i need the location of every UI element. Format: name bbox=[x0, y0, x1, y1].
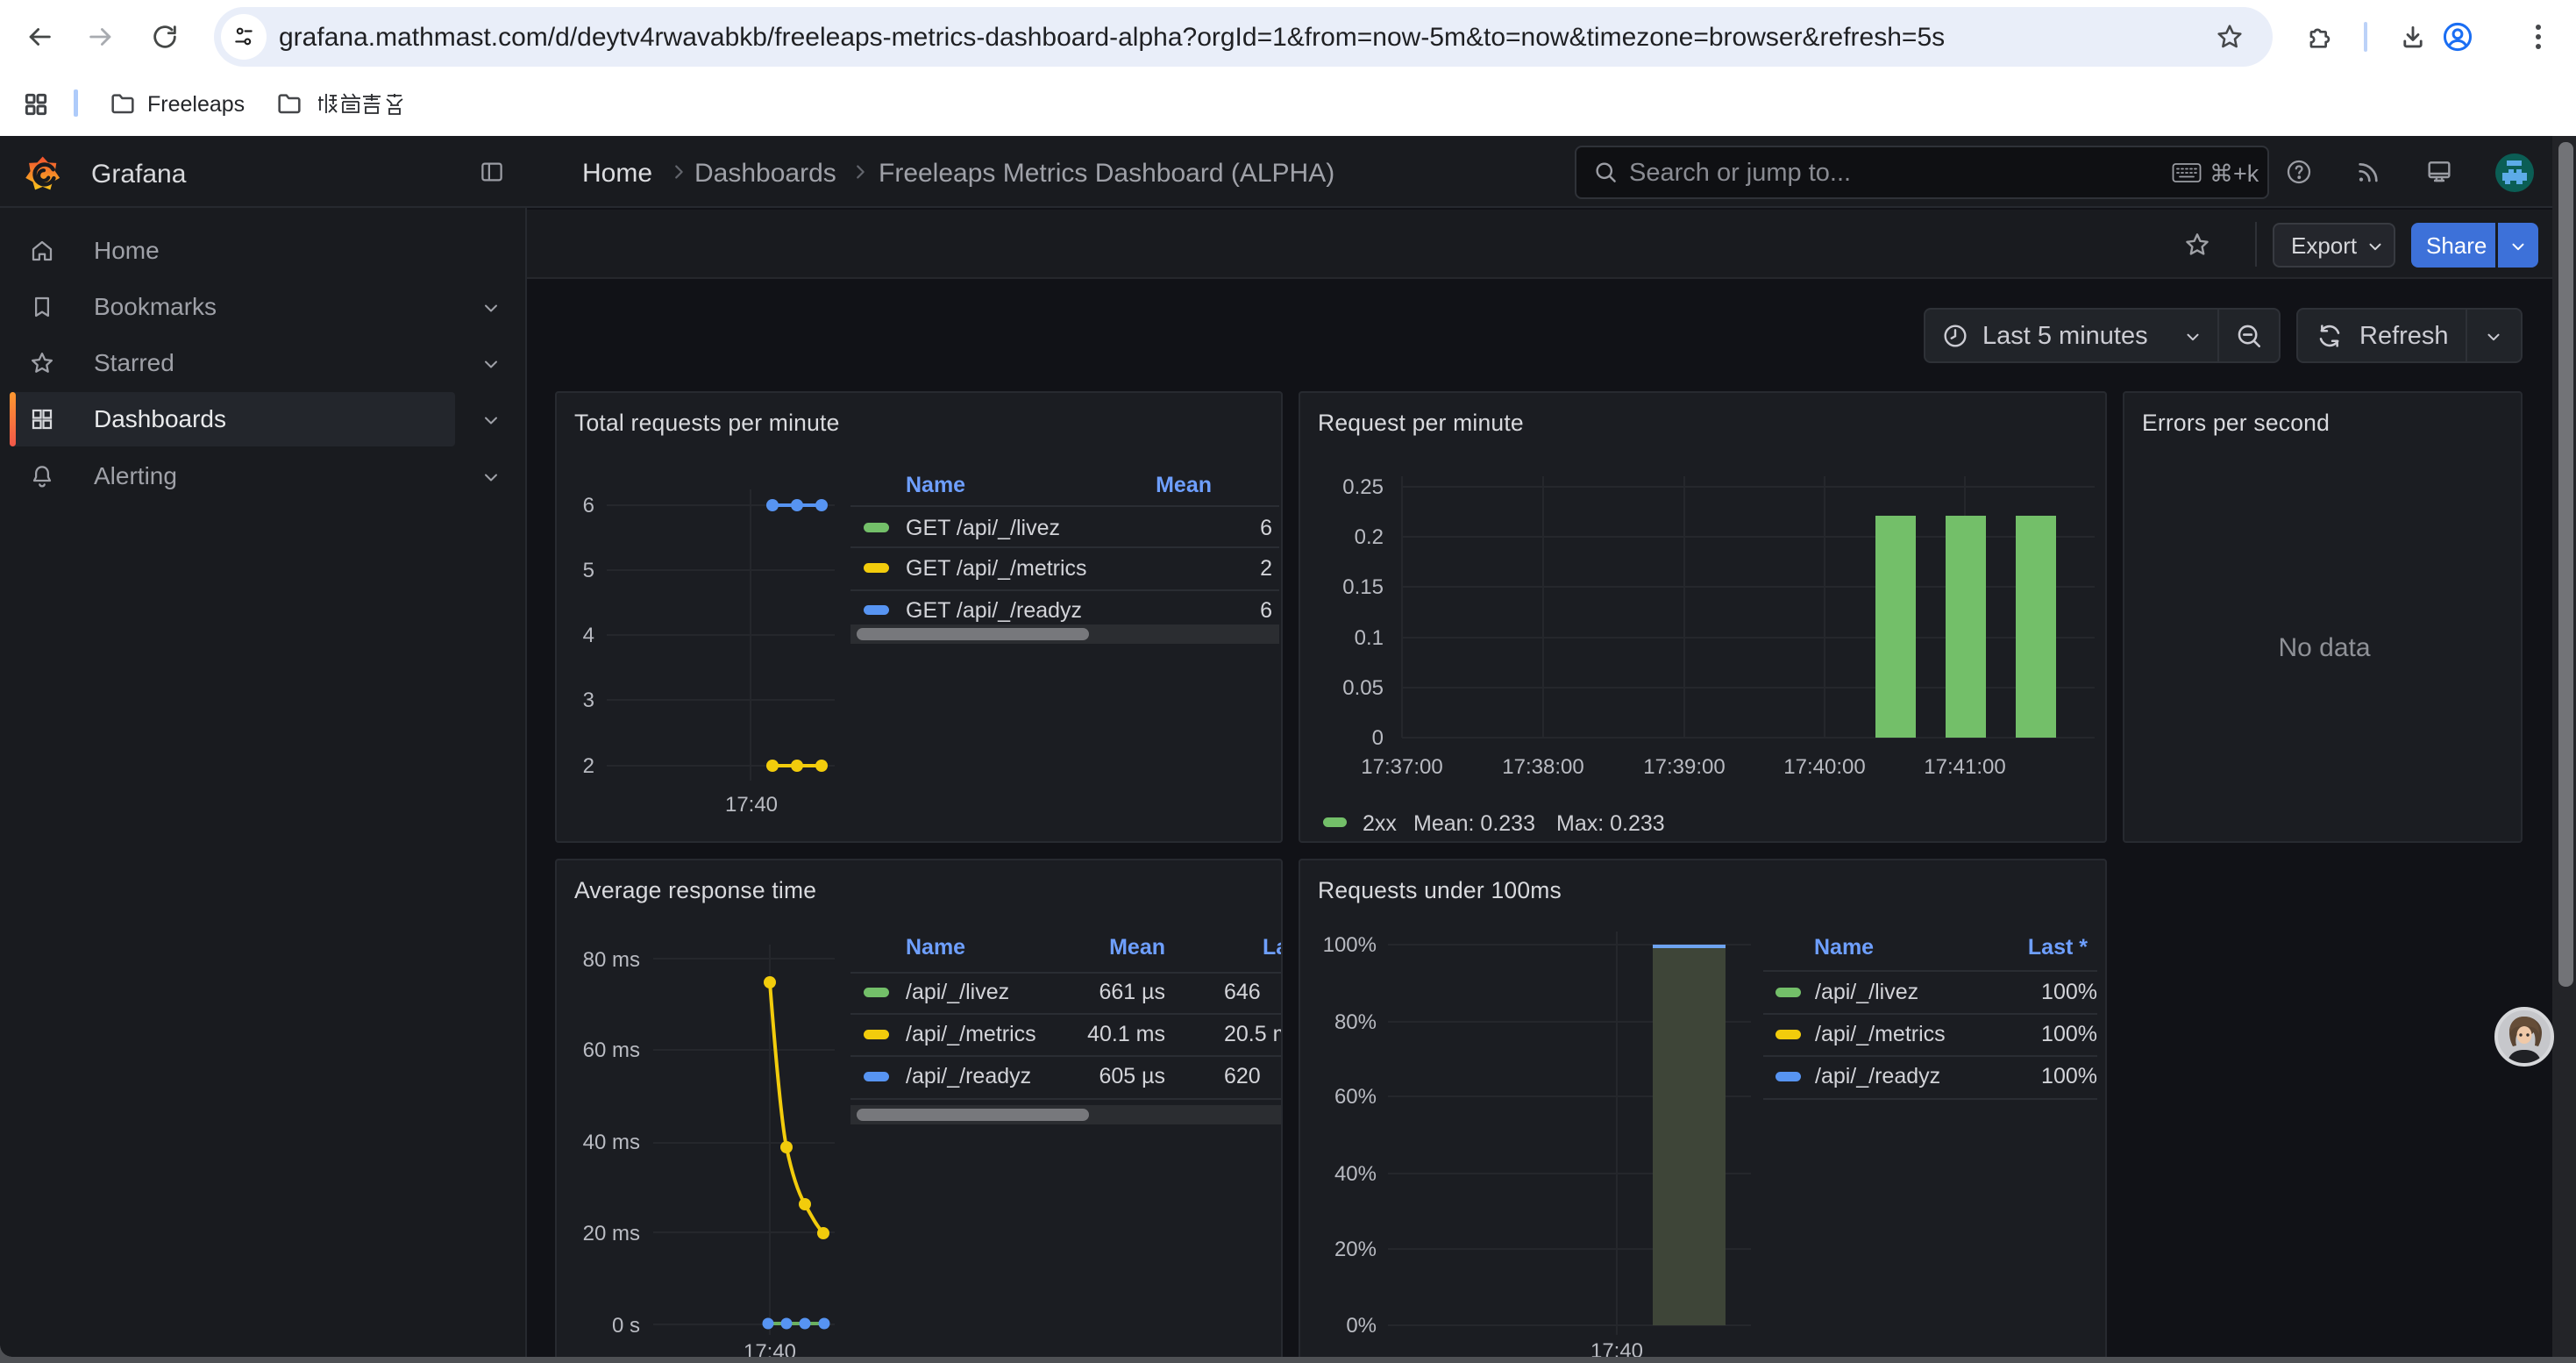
svg-text:20%: 20% bbox=[1334, 1238, 1377, 1261]
svg-text:0%: 0% bbox=[1346, 1314, 1377, 1338]
svg-text:17:38:00: 17:38:00 bbox=[1502, 755, 1583, 779]
svg-text:40 ms: 40 ms bbox=[583, 1131, 640, 1154]
svg-text:17:39:00: 17:39:00 bbox=[1643, 755, 1725, 779]
svg-text:0 s: 0 s bbox=[612, 1314, 640, 1338]
svg-text:0.15: 0.15 bbox=[1342, 575, 1384, 599]
svg-text:0.05: 0.05 bbox=[1342, 676, 1384, 700]
svg-text:4: 4 bbox=[583, 624, 594, 647]
svg-text:80 ms: 80 ms bbox=[583, 948, 640, 972]
svg-text:0: 0 bbox=[1372, 726, 1384, 750]
svg-text:17:37:00: 17:37:00 bbox=[1361, 755, 1442, 779]
svg-text:40%: 40% bbox=[1334, 1162, 1377, 1186]
svg-text:0.1: 0.1 bbox=[1355, 626, 1384, 650]
svg-text:0.25: 0.25 bbox=[1342, 475, 1384, 499]
svg-text:0.2: 0.2 bbox=[1355, 525, 1384, 549]
svg-text:80%: 80% bbox=[1334, 1010, 1377, 1034]
svg-text:20 ms: 20 ms bbox=[583, 1222, 640, 1245]
svg-text:100%: 100% bbox=[1323, 933, 1377, 957]
svg-text:6: 6 bbox=[583, 494, 594, 517]
svg-text:17:40:00: 17:40:00 bbox=[1783, 755, 1865, 779]
svg-text:60 ms: 60 ms bbox=[583, 1038, 640, 1062]
svg-text:60%: 60% bbox=[1334, 1085, 1377, 1109]
svg-text:17:40: 17:40 bbox=[725, 793, 778, 817]
svg-text:3: 3 bbox=[583, 689, 594, 712]
svg-text:2: 2 bbox=[583, 754, 594, 778]
svg-text:17:41:00: 17:41:00 bbox=[1924, 755, 2005, 779]
svg-text:17:40: 17:40 bbox=[744, 1340, 796, 1357]
svg-text:5: 5 bbox=[583, 559, 594, 582]
svg-text:17:40: 17:40 bbox=[1590, 1339, 1643, 1357]
